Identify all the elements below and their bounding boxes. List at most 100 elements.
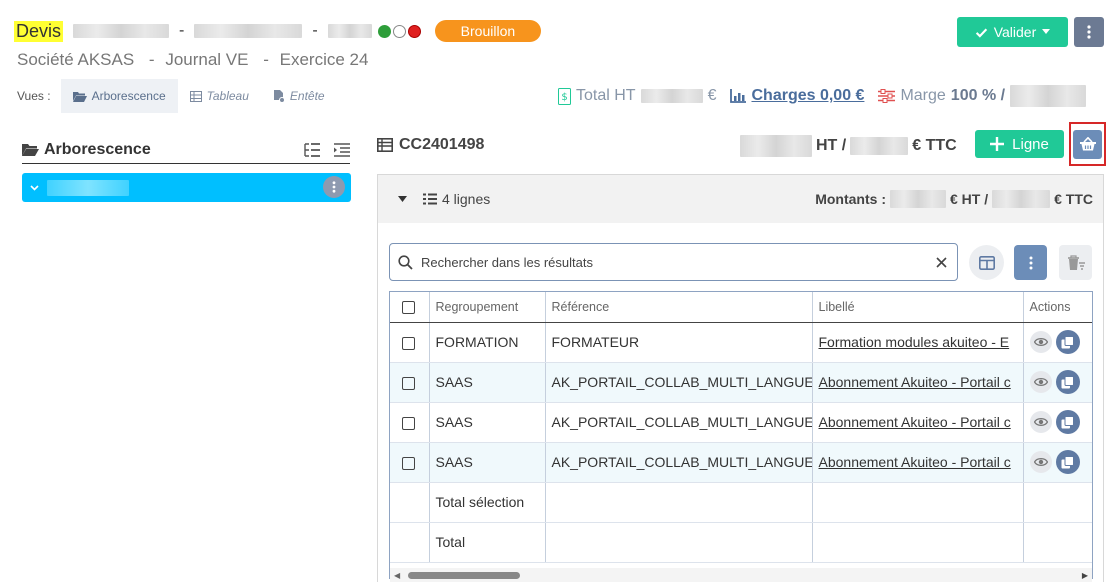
cell-reference: FORMATEUR (545, 322, 813, 363)
folder-open-icon (22, 143, 39, 156)
redacted-total-ht (640, 89, 703, 103)
horizontal-scrollbar[interactable]: ◀ ▶ (390, 568, 1092, 582)
redacted-amount-ht (740, 135, 812, 157)
libelle-link[interactable]: Formation modules akuiteo - E (819, 334, 1010, 350)
tab-arborescence[interactable]: Arborescence (60, 79, 178, 113)
redacted-marge-amount (1010, 85, 1087, 107)
add-line-button[interactable]: Ligne (975, 130, 1064, 158)
search-box (389, 243, 958, 281)
column-header-reference[interactable]: Référence (545, 292, 813, 323)
cell-libelle: Formation modules akuiteo - E (812, 322, 1024, 363)
redacted-client (194, 24, 303, 38)
row-checkbox[interactable] (402, 376, 415, 390)
tab-tableau[interactable]: Tableau (178, 79, 261, 113)
tab-entete[interactable]: Entête (261, 79, 337, 113)
more-actions-button[interactable] (1074, 17, 1104, 47)
clear-filters-button[interactable] (1059, 245, 1092, 280)
scrollbar-thumb[interactable] (408, 572, 520, 579)
empty-cell (545, 481, 813, 523)
status-dot-white (392, 24, 406, 38)
duplicate-button[interactable] (1055, 370, 1080, 394)
row-select-cell (390, 322, 430, 363)
cell-libelle: Abonnement Akuiteo - Portail c (812, 442, 1024, 483)
columns-icon (978, 255, 995, 270)
document-code: CC2401498 (399, 136, 485, 153)
view-button[interactable] (1029, 451, 1052, 473)
charges-link[interactable]: Charges 0,00 € (730, 87, 864, 105)
view-button[interactable] (1029, 371, 1052, 393)
columns-toggle-button[interactable] (969, 245, 1004, 280)
redacted-amount-ttc (850, 137, 909, 155)
total-row: Total (390, 521, 1092, 563)
row-checkbox[interactable] (402, 336, 415, 350)
cell-actions (1023, 402, 1092, 443)
row-checkbox[interactable] (402, 416, 415, 430)
doc-type-title: Devis (14, 20, 64, 42)
redacted-date (327, 24, 372, 38)
libelle-link[interactable]: Abonnement Akuiteo - Portail c (819, 414, 1011, 430)
row-checkbox[interactable] (402, 456, 415, 470)
table-row[interactable]: SAAS AK_PORTAIL_COLLAB_MULTI_LANGUE Abon… (390, 442, 1092, 483)
cell-regroupement: FORMATION (429, 322, 546, 363)
cell-regroupement: SAAS (429, 362, 546, 403)
cell-actions (1023, 362, 1092, 403)
expand-tree-icon[interactable] (304, 142, 320, 157)
tab-label: Entête (289, 89, 325, 103)
table-row[interactable]: SAAS AK_PORTAIL_COLLAB_MULTI_LANGUE Abon… (390, 402, 1092, 443)
indent-icon[interactable] (334, 142, 350, 157)
views-label: Vues : (17, 89, 51, 103)
duplicate-button[interactable] (1055, 410, 1080, 434)
column-header-libelle[interactable]: Libellé (812, 292, 1024, 323)
tree-panel-header: Arborescence (22, 136, 350, 164)
column-header-actions: Actions (1023, 292, 1092, 323)
tab-label: Tableau (206, 89, 249, 103)
duplicate-button[interactable] (1055, 450, 1080, 474)
row-select-cell (390, 402, 430, 443)
validate-button[interactable]: Valider (957, 17, 1068, 47)
table-row[interactable]: SAAS AK_PORTAIL_COLLAB_MULTI_LANGUE Abon… (390, 362, 1092, 403)
svg-text:$: $ (561, 92, 567, 103)
document-header: Devis - - Brouillon (14, 16, 542, 46)
eye-icon (1033, 377, 1048, 387)
select-all-checkbox[interactable] (402, 300, 415, 314)
view-button[interactable] (1029, 331, 1052, 353)
empty-cell (812, 481, 1024, 523)
total-selection-label: Total sélection (429, 481, 546, 523)
search-icon (398, 254, 413, 270)
view-button[interactable] (1029, 411, 1052, 433)
total-ht: $ Total HT € (558, 87, 716, 105)
scroll-right-arrow-icon[interactable]: ▶ (1082, 571, 1088, 580)
list-table-icon (377, 138, 393, 152)
copy-icon (1061, 375, 1074, 388)
chevron-down-icon[interactable] (30, 184, 39, 191)
table-row[interactable]: FORMATION FORMATEUR Formation modules ak… (390, 322, 1092, 363)
lines-ht-suffix: € HT / (949, 191, 989, 207)
column-header-regroupement[interactable]: Regroupement (429, 292, 546, 323)
basket-button[interactable] (1073, 129, 1102, 159)
row-select-cell (390, 442, 430, 483)
trash-filter-icon (1067, 254, 1085, 270)
caret-down-icon[interactable] (398, 196, 407, 202)
eye-icon (1033, 417, 1048, 427)
libelle-link[interactable]: Abonnement Akuiteo - Portail c (819, 374, 1011, 390)
search-input[interactable] (421, 254, 928, 270)
libelle-link[interactable]: Abonnement Akuiteo - Portail c (819, 454, 1011, 470)
scroll-left-arrow-icon[interactable]: ◀ (394, 571, 400, 580)
plus-icon (990, 137, 1005, 151)
cell-actions (1023, 442, 1092, 483)
lines-ttc-suffix: € TTC (1054, 191, 1093, 207)
context-separator: - (263, 50, 269, 69)
document-context: Société AKSAS - Journal VE - Exercice 24 (17, 50, 372, 70)
tree-node-selected[interactable] (22, 173, 351, 202)
status-dot-green (377, 24, 391, 38)
table-menu-button[interactable] (1014, 245, 1047, 280)
duplicate-button[interactable] (1055, 330, 1080, 354)
chart-icon (730, 89, 747, 103)
kebab-icon (1087, 25, 1091, 39)
tree-node-menu-button[interactable] (323, 176, 345, 198)
clear-search-icon[interactable] (936, 256, 947, 268)
empty-cell (545, 521, 813, 563)
eye-icon (1033, 457, 1048, 467)
cell-actions (1023, 322, 1092, 363)
sliders-icon (878, 89, 896, 103)
